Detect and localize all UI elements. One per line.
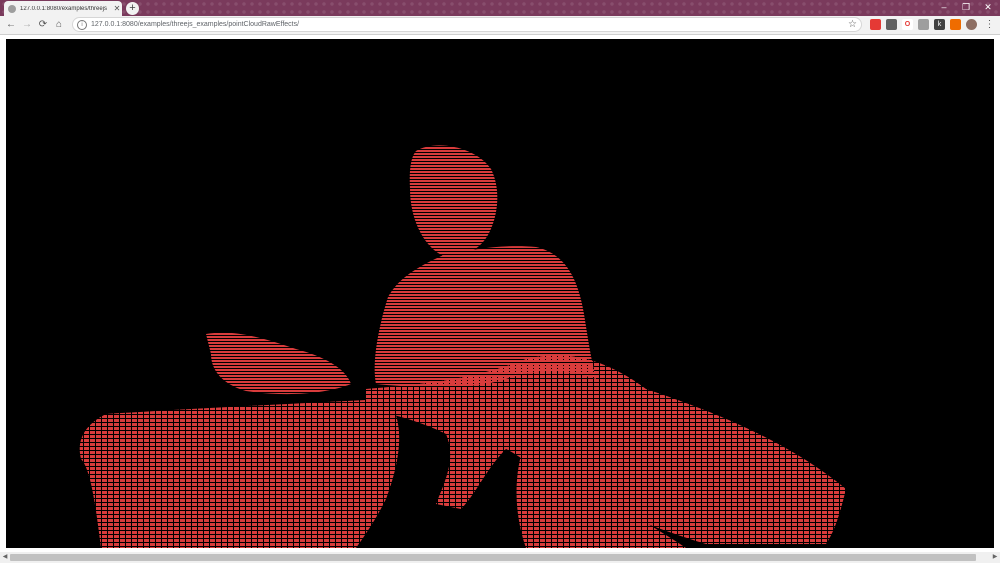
left-object: [206, 332, 351, 395]
home-button[interactable]: ⌂: [52, 17, 66, 33]
scroll-left-icon[interactable]: ◀: [0, 552, 10, 563]
extension-grey-icon[interactable]: [918, 19, 929, 30]
back-button[interactable]: ←: [4, 17, 18, 33]
star-icon[interactable]: ☆: [848, 18, 857, 31]
forward-button[interactable]: →: [20, 17, 34, 33]
point-cloud-render: [79, 145, 846, 548]
minimize-icon[interactable]: –: [932, 0, 956, 14]
scrollbar-thumb[interactable]: [10, 554, 976, 561]
extension-red-icon[interactable]: [870, 19, 881, 30]
info-icon[interactable]: i: [77, 19, 87, 30]
address-bar[interactable]: i 127.0.0.1:8080/examples/threejs_exampl…: [72, 17, 862, 32]
extension-dark-icon[interactable]: [886, 19, 897, 30]
window-close-icon[interactable]: ✕: [976, 0, 1000, 14]
point-cloud-canvas[interactable]: [6, 39, 994, 548]
close-icon[interactable]: ✕: [112, 4, 122, 13]
kebab-menu-icon[interactable]: ⋮: [984, 19, 995, 30]
opera-icon[interactable]: O: [902, 19, 913, 30]
tab-title: 127.0.0.1:8080/examples/threejs: [20, 5, 108, 12]
scroll-right-icon[interactable]: ▶: [990, 552, 1000, 563]
page-viewport: ◀ ▶: [0, 35, 1000, 563]
horizontal-scrollbar[interactable]: ◀ ▶: [0, 552, 1000, 563]
tab-strip: 127.0.0.1:8080/examples/threejs ✕ + – ❐ …: [0, 0, 1000, 16]
extension-orange-icon[interactable]: [950, 19, 961, 30]
restore-icon[interactable]: ❐: [954, 0, 978, 14]
globe-icon: [8, 4, 16, 13]
browser-toolbar: ← → ⟳ ⌂ i 127.0.0.1:8080/examples/threej…: [0, 16, 1000, 35]
extension-k-icon[interactable]: k: [934, 19, 945, 30]
figure-head: [409, 145, 498, 257]
reload-button[interactable]: ⟳: [36, 17, 50, 33]
url-text: 127.0.0.1:8080/examples/threejs_examples…: [91, 21, 300, 28]
floor-plane: [79, 399, 400, 548]
plus-icon[interactable]: +: [126, 2, 139, 15]
tab-active[interactable]: 127.0.0.1:8080/examples/threejs ✕: [4, 1, 122, 16]
profile-avatar-icon[interactable]: [966, 19, 977, 30]
